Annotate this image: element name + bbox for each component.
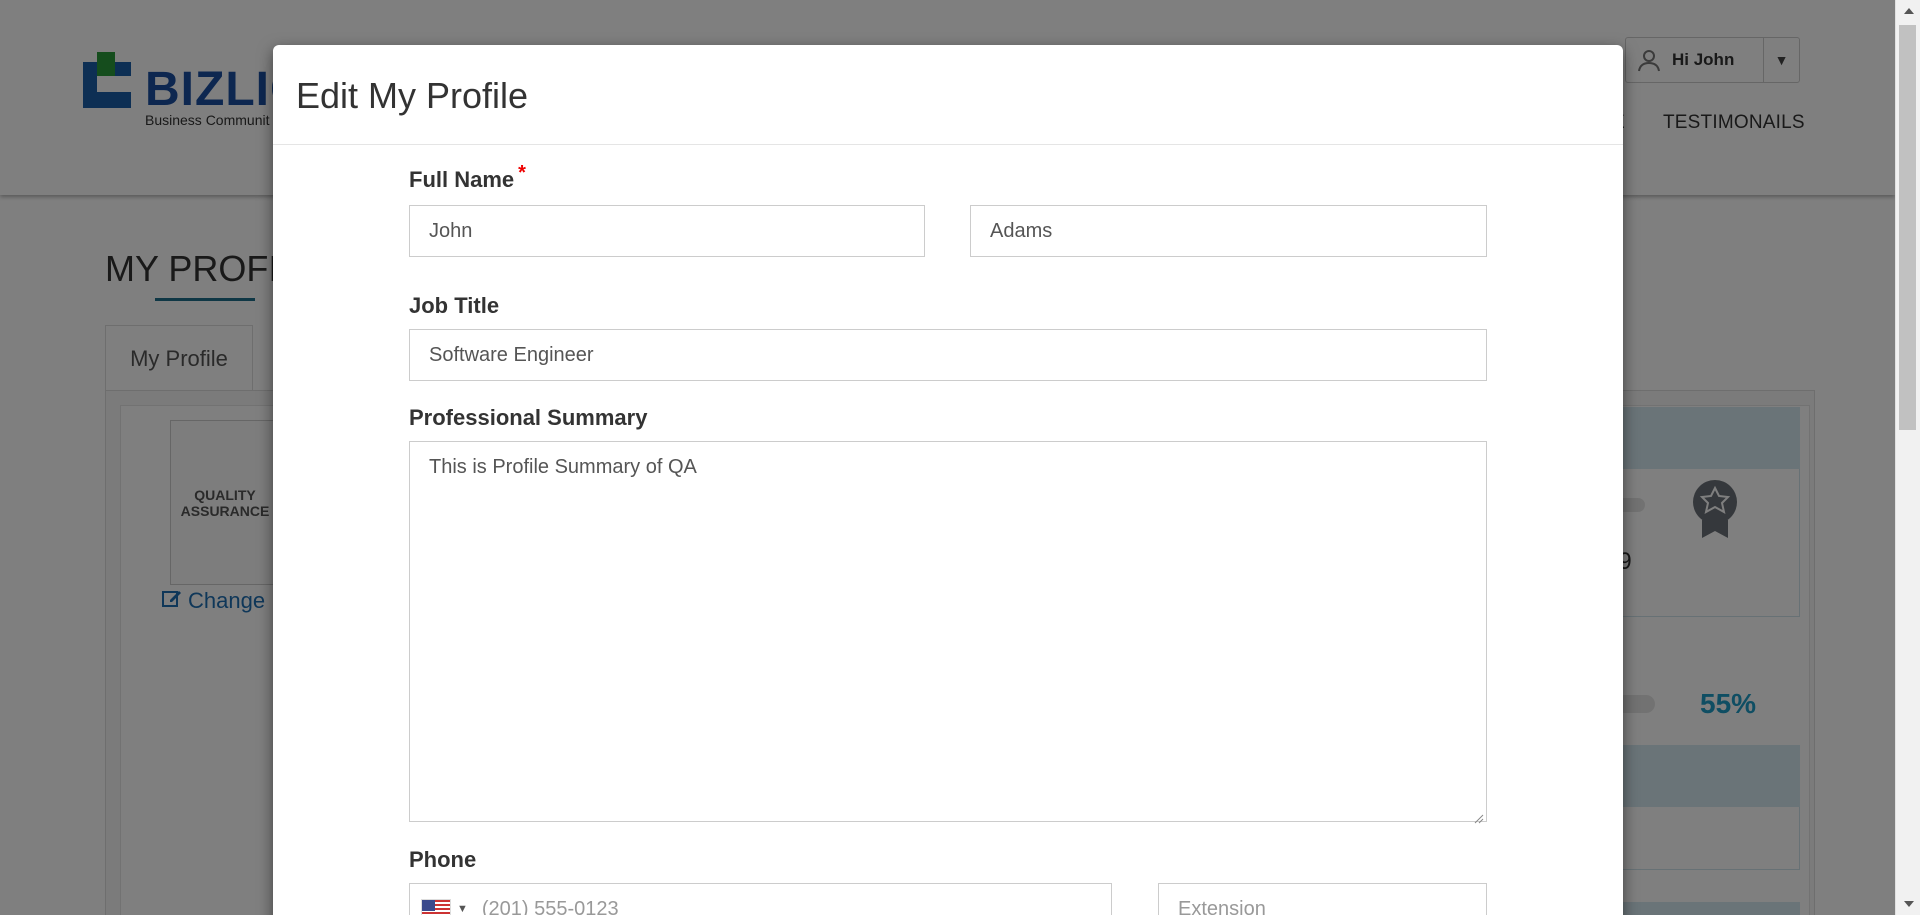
professional-summary-textarea[interactable]: This is Profile Summary of QA — [409, 441, 1487, 824]
professional-summary-value: This is Profile Summary of QA — [429, 456, 697, 478]
us-flag-icon — [421, 899, 451, 915]
modal-header: Edit My Profile — [273, 45, 1623, 145]
phone-extension-input[interactable]: Extension — [1158, 883, 1487, 915]
full-name-label-text: Full Name — [409, 167, 515, 192]
first-name-input[interactable]: John — [409, 205, 925, 257]
job-title-input[interactable]: Software Engineer — [409, 329, 1487, 381]
phone-input[interactable]: ▼ (201) 555-0123 — [409, 883, 1112, 915]
page-scrollbar[interactable] — [1895, 0, 1920, 915]
scroll-thumb[interactable] — [1899, 25, 1916, 430]
phone-label: Phone — [409, 847, 477, 872]
phone-placeholder: (201) 555-0123 — [481, 897, 619, 915]
scroll-up-arrow-icon[interactable] — [1904, 8, 1914, 14]
required-mark: * — [518, 162, 526, 184]
edit-profile-modal: Edit My Profile Full Name * John Adams Jo… — [273, 45, 1623, 915]
job-title-value: Software Engineer — [429, 343, 594, 366]
caret-down-icon: ▼ — [457, 903, 468, 915]
last-name-value: Adams — [990, 219, 1053, 242]
country-selector[interactable]: ▼ — [421, 899, 468, 915]
first-name-value: John — [429, 219, 473, 242]
extension-placeholder: Extension — [1178, 897, 1266, 915]
job-title-label: Job Title — [409, 293, 500, 318]
modal-title: Edit My Profile — [296, 75, 529, 116]
last-name-input[interactable]: Adams — [970, 205, 1487, 257]
full-name-label: Full Name * — [409, 162, 526, 193]
professional-summary-label: Professional Summary — [409, 405, 648, 430]
resize-grip-icon[interactable] — [1472, 807, 1484, 824]
scroll-down-arrow-icon[interactable] — [1904, 901, 1914, 907]
